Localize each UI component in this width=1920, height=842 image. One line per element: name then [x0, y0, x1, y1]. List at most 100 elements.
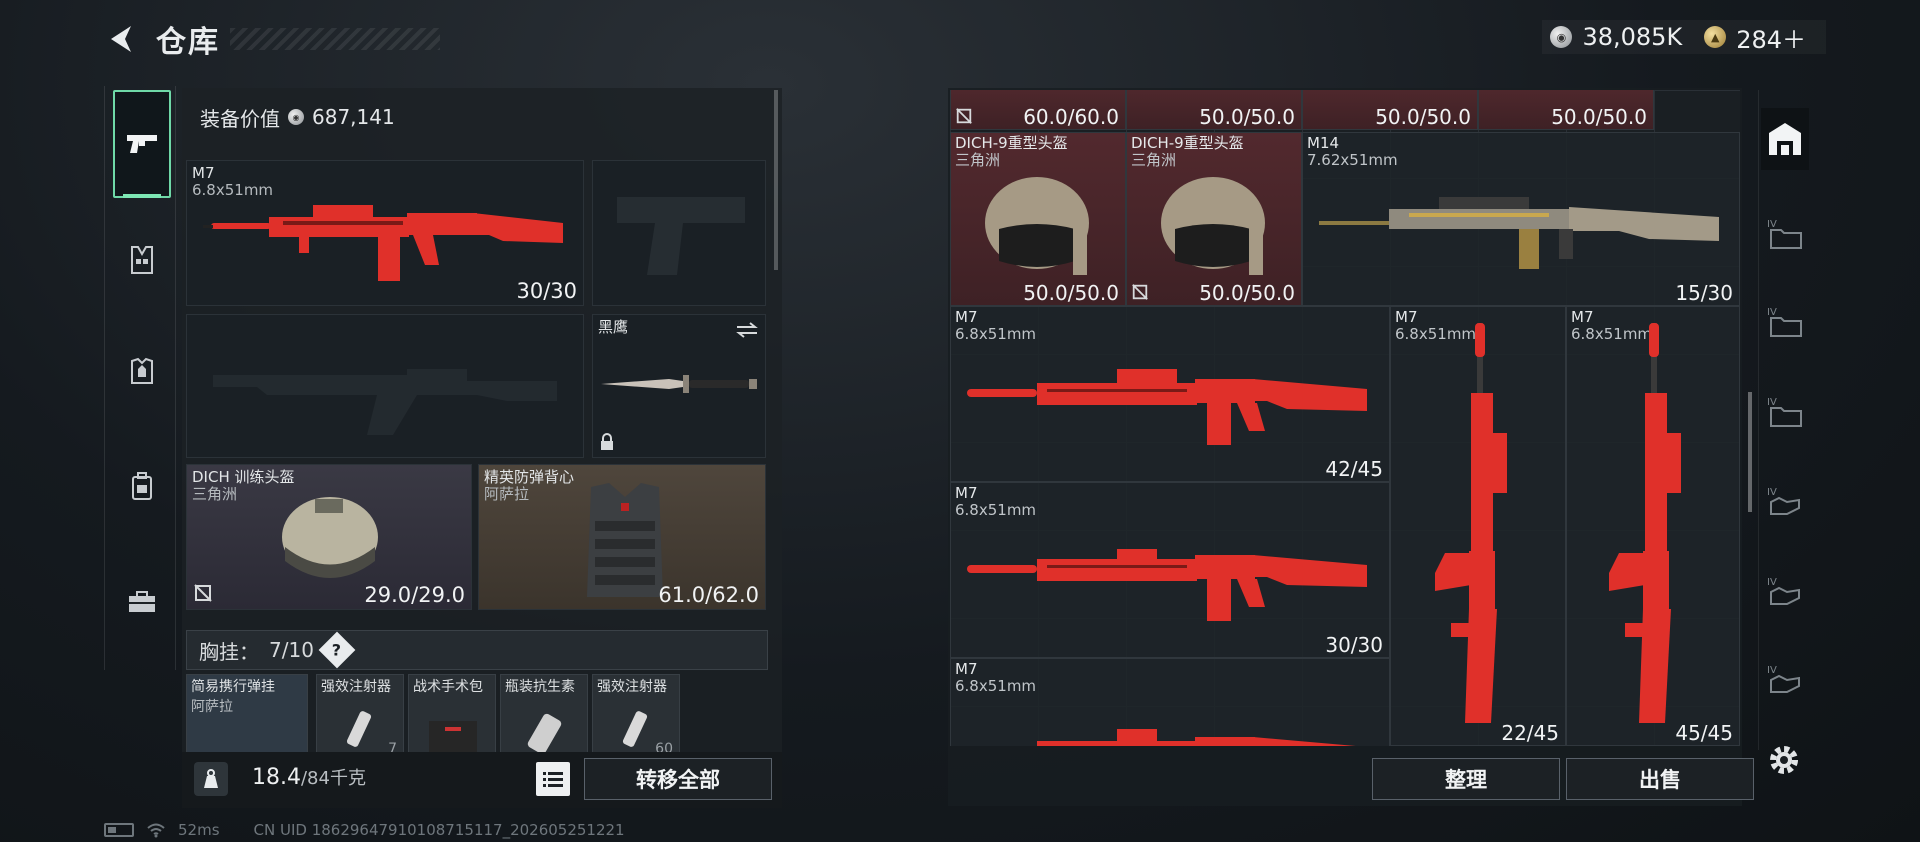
stash-grid[interactable]: 60.0/60.0 50.0/50.0 50.0/50.0 50.0/50.0 … [950, 90, 1740, 746]
rig-slot-injector-2[interactable]: 强效注射器 60 [592, 674, 680, 758]
stash-scrollbar[interactable] [1748, 392, 1752, 512]
primary-weapon-slot[interactable]: M7 6.8x51mm 30/30 [186, 160, 584, 306]
item-name: 黑鹰 [598, 318, 629, 336]
svg-text:IV: IV [1767, 397, 1777, 408]
chest-rig-label: 胸挂： [199, 639, 259, 664]
loadout-scrollbar[interactable] [774, 90, 778, 270]
rig-slot-injector[interactable]: 强效注射器 7 [316, 674, 404, 758]
title-decoration [230, 28, 440, 50]
currency-bar: ◉ 38,085K ▲ 284＋ [1542, 20, 1826, 54]
stash-tab-iv-4[interactable]: IV [1761, 470, 1809, 532]
category-chest-rig[interactable] [113, 206, 171, 314]
helmet-slot[interactable]: DICH 训练头盔 三角洲 29.0/29.0 [186, 464, 472, 610]
category-case[interactable] [113, 548, 171, 656]
secondary-weapon-slot[interactable] [186, 314, 584, 458]
stash-item[interactable]: 50.0/50.0 [1126, 90, 1302, 130]
stash-tab-main[interactable] [1761, 108, 1809, 170]
item-name: M7 [955, 308, 978, 326]
help-icon[interactable]: ? [318, 631, 356, 669]
silver-coin-icon: ◉ [1550, 26, 1573, 48]
item-origin: 三角洲 [955, 151, 1001, 169]
item-durability: 30/30 [516, 279, 577, 303]
stash-tab-iv-5[interactable]: IV [1761, 560, 1809, 622]
stash-m7-1[interactable]: M7 6.8x51mm 42/45 [950, 306, 1390, 482]
stash-item[interactable]: 60.0/60.0 [950, 90, 1126, 130]
m7-rifle-image [967, 549, 1367, 621]
item-name: 强效注射器 [597, 679, 667, 695]
stash-m7-vertical-1[interactable]: M7 6.8x51mm 22/45 [1390, 306, 1566, 746]
weight-readout: 18.4/84千克 [252, 764, 366, 790]
category-armor[interactable] [113, 318, 171, 426]
item-durability: 42/45 [1325, 457, 1383, 481]
armor-icon [131, 357, 153, 384]
item-durability: 50.0/50.0 [1551, 105, 1647, 129]
item-name: M7 [955, 660, 978, 678]
stash-m7-vertical-2[interactable]: M7 6.8x51mm 45/45 [1566, 306, 1740, 746]
stash-helmet-2[interactable]: DICH-9重型头盔 三角洲 50.0/50.0 [1126, 132, 1302, 306]
stash-item[interactable]: 50.0/50.0 [1478, 90, 1654, 130]
hand-icon: IV [1767, 487, 1800, 515]
item-name: DICH 训练头盔 [192, 468, 295, 486]
category-backpack[interactable] [113, 432, 171, 540]
ping-readout: 52ms [178, 821, 220, 839]
stash-m7-2[interactable]: M7 6.8x51mm 30/30 [950, 482, 1390, 658]
item-name: M14 [1307, 134, 1340, 152]
item-origin: 阿萨拉 [484, 485, 530, 503]
sort-button[interactable]: 整理 [1372, 758, 1560, 800]
page-title: 仓库 [156, 25, 220, 60]
sidearm-slot[interactable] [592, 160, 766, 306]
item-durability: 50.0/50.0 [1023, 281, 1119, 305]
lock-icon [601, 433, 613, 450]
stash-tab-iv-1[interactable]: IV [1761, 202, 1809, 264]
folder-icon: IV [1767, 397, 1802, 427]
no-repair-icon [194, 584, 212, 602]
stash-tab-iv-2[interactable]: IV [1761, 290, 1809, 352]
no-repair-icon [956, 108, 972, 124]
stash-tab-iv-6[interactable]: IV [1761, 648, 1809, 710]
melee-slot[interactable]: 黑鹰 [592, 314, 766, 458]
sell-button[interactable]: 出售 [1566, 758, 1754, 800]
no-repair-icon [1132, 284, 1148, 300]
item-name: 简易携行弹挂 [191, 679, 275, 695]
item-caliber: 7.62x51mm [1307, 151, 1398, 169]
item-name: 精英防弹背心 [484, 468, 575, 486]
equipment-value: 装备价值 ◉ 687,141 [200, 100, 395, 134]
gold-amount[interactable]: 284＋ [1736, 20, 1806, 55]
item-durability: 15/30 [1675, 281, 1733, 305]
stash-helmet-1[interactable]: DICH-9重型头盔 三角洲 50.0/50.0 [950, 132, 1126, 306]
item-name: 战术手术包 [413, 679, 483, 695]
syringe-image [346, 711, 372, 747]
chest-rig-count: 7/10 [269, 638, 314, 662]
rig-slot-surgery-kit[interactable]: 战术手术包 [408, 674, 496, 758]
swap-icon[interactable] [735, 321, 759, 339]
back-arrow-icon[interactable] [100, 17, 144, 61]
backpack-icon [132, 472, 152, 500]
rig-slot-antibiotics[interactable]: 瓶装抗生素 [500, 674, 588, 758]
m7-rifle-image [203, 205, 563, 281]
warehouse-icon [1769, 123, 1801, 155]
transfer-all-button[interactable]: 转移全部 [584, 758, 772, 800]
silver-amount: 38,085K [1582, 23, 1683, 51]
svg-text:IV: IV [1767, 577, 1777, 588]
item-name: M7 [955, 484, 978, 502]
syringe-image [622, 711, 648, 747]
folder-icon: IV [1767, 219, 1802, 249]
header: 仓库 [100, 16, 440, 62]
rig-slot-carrier[interactable]: 简易携行弹挂 阿萨拉 [186, 674, 308, 758]
svg-text:IV: IV [1767, 487, 1777, 498]
item-durability: 50.0/50.0 [1199, 105, 1295, 129]
category-weapons[interactable] [113, 90, 171, 198]
list-view-button[interactable] [536, 762, 570, 796]
stash-tab-iv-3[interactable]: IV [1761, 380, 1809, 442]
helmet-image [282, 497, 378, 578]
svg-text:IV: IV [1767, 219, 1777, 230]
settings-gear-icon[interactable] [1764, 740, 1804, 780]
item-durability: 30/30 [1325, 633, 1383, 657]
knife-image [601, 375, 757, 393]
heavy-helmet-image [985, 177, 1089, 275]
weight-icon [194, 762, 228, 796]
stash-m14[interactable]: M14 7.62x51mm 15/30 [1302, 132, 1740, 306]
armor-slot[interactable]: 精英防弹背心 阿萨拉 61.0/62.0 [478, 464, 766, 610]
stash-m7-3[interactable]: M7 6.8x51mm [950, 658, 1390, 746]
stash-item[interactable]: 50.0/50.0 [1302, 90, 1478, 130]
